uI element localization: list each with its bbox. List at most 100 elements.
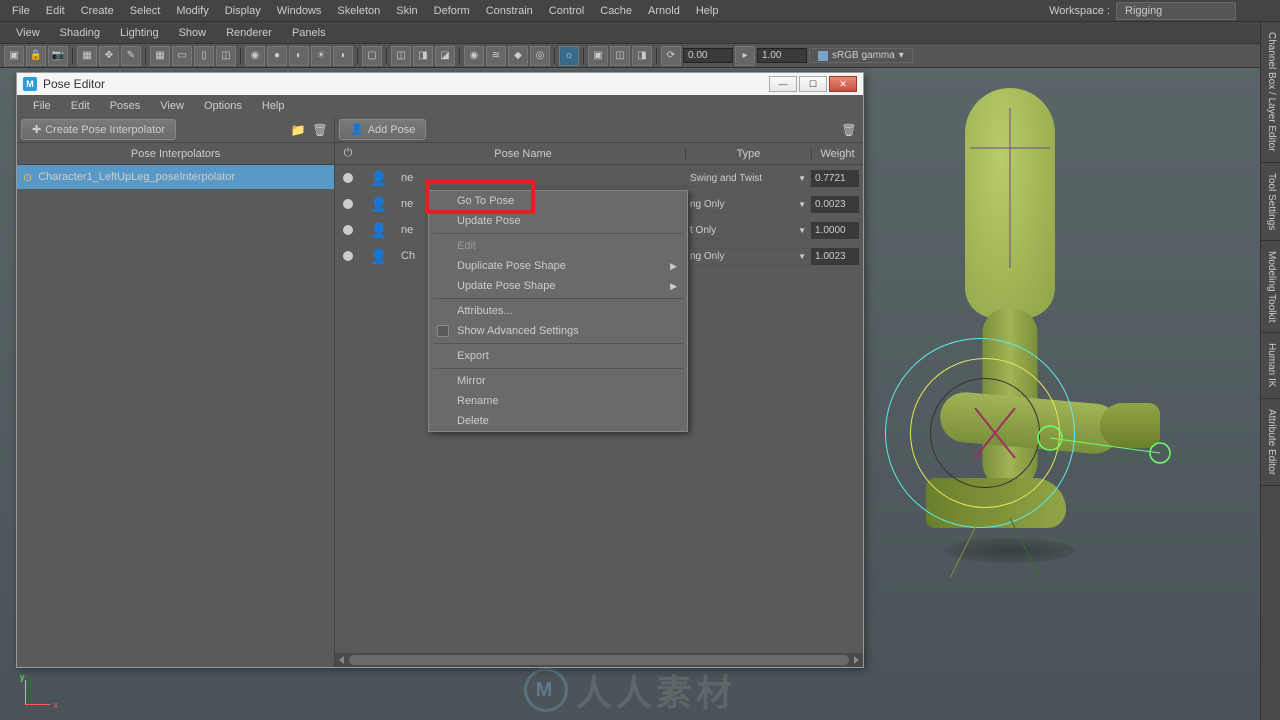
- delete-icon[interactable]: 🗑: [310, 120, 330, 140]
- pose-editor-titlebar[interactable]: M Pose Editor — ☐ ✕: [17, 73, 863, 95]
- ipr-icon[interactable]: ◫: [610, 46, 630, 66]
- exposure-icon[interactable]: ☼: [559, 46, 579, 66]
- weight-field[interactable]: 0.7721: [811, 170, 859, 187]
- tab-attribute-editor[interactable]: Attribute Editor: [1261, 399, 1280, 486]
- weight-field[interactable]: 0.0023: [811, 196, 859, 213]
- xray-components-icon[interactable]: ◪: [435, 46, 455, 66]
- menu-skin[interactable]: Skin: [388, 2, 425, 20]
- wireframe-icon[interactable]: ◉: [245, 46, 265, 66]
- pose-row[interactable]: 👤 ne Swing and Twist▼ 0.7721: [335, 165, 863, 191]
- shadows-icon[interactable]: ◗: [333, 46, 353, 66]
- active-radio[interactable]: [343, 251, 353, 261]
- depth-field-icon[interactable]: ◎: [530, 46, 550, 66]
- vp-menu-shading[interactable]: Shading: [52, 24, 108, 42]
- grease-pencil-icon[interactable]: ✎: [121, 46, 141, 66]
- lock-camera-icon[interactable]: 🔒: [26, 46, 46, 66]
- type-dropdown[interactable]: t Only▼: [685, 222, 811, 239]
- vp-menu-show[interactable]: Show: [171, 24, 215, 42]
- ctx-delete[interactable]: Delete: [429, 411, 687, 431]
- pose-name[interactable]: ne: [397, 172, 685, 184]
- minimize-button[interactable]: —: [769, 76, 797, 92]
- active-radio[interactable]: [343, 225, 353, 235]
- vp-menu-panels[interactable]: Panels: [284, 24, 334, 42]
- color-space-dropdown[interactable]: sRGB gamma ▾: [809, 48, 913, 63]
- refresh-icon[interactable]: ⟳: [661, 46, 681, 66]
- smooth-shade-icon[interactable]: ●: [267, 46, 287, 66]
- gate-mask-icon[interactable]: ◫: [216, 46, 236, 66]
- menu-modify[interactable]: Modify: [168, 2, 216, 20]
- add-pose-button[interactable]: 👤 Add Pose: [339, 119, 426, 140]
- textured-icon[interactable]: ◐: [289, 46, 309, 66]
- film-gate-icon[interactable]: ▭: [172, 46, 192, 66]
- ctx-update-pose[interactable]: Update Pose: [429, 211, 687, 231]
- menu-arnold[interactable]: Arnold: [640, 2, 688, 20]
- pe-menu-view[interactable]: View: [152, 98, 192, 114]
- pe-menu-edit[interactable]: Edit: [63, 98, 98, 114]
- render-icon[interactable]: ▣: [588, 46, 608, 66]
- pe-menu-options[interactable]: Options: [196, 98, 250, 114]
- gamma-field[interactable]: 1.00: [757, 48, 807, 63]
- close-button[interactable]: ✕: [829, 76, 857, 92]
- ctx-mirror[interactable]: Mirror: [429, 371, 687, 391]
- workspace-dropdown[interactable]: Rigging: [1116, 2, 1236, 20]
- type-dropdown[interactable]: ng Only▼: [685, 196, 811, 213]
- pe-menu-file[interactable]: File: [25, 98, 59, 114]
- image-plane-icon[interactable]: ▦: [77, 46, 97, 66]
- weight-field[interactable]: 1.0023: [811, 248, 859, 265]
- menu-help[interactable]: Help: [688, 2, 727, 20]
- pe-menu-poses[interactable]: Poses: [102, 98, 149, 114]
- menu-windows[interactable]: Windows: [269, 2, 330, 20]
- menu-skeleton[interactable]: Skeleton: [329, 2, 388, 20]
- active-radio[interactable]: [343, 173, 353, 183]
- power-icon[interactable]: ⏻: [335, 147, 361, 160]
- ctx-duplicate-pose-shape[interactable]: Duplicate Pose Shape▶: [429, 256, 687, 276]
- vp-menu-view[interactable]: View: [8, 24, 48, 42]
- ctx-go-to-pose[interactable]: Go To Pose: [429, 191, 687, 211]
- menu-edit[interactable]: Edit: [38, 2, 73, 20]
- render-globals-icon[interactable]: ◨: [632, 46, 652, 66]
- select-camera-icon[interactable]: ▣: [4, 46, 24, 66]
- pe-menu-help[interactable]: Help: [254, 98, 293, 114]
- menu-display[interactable]: Display: [217, 2, 269, 20]
- horizontal-scrollbar[interactable]: [335, 653, 863, 667]
- interpolator-item[interactable]: ⊙ Character1_LeftUpLeg_poseInterpolator: [17, 165, 334, 189]
- camera-bookmark-icon[interactable]: 📷: [48, 46, 68, 66]
- vp-menu-renderer[interactable]: Renderer: [218, 24, 280, 42]
- menu-cache[interactable]: Cache: [592, 2, 640, 20]
- ctx-show-advanced-settings[interactable]: Show Advanced Settings: [429, 321, 687, 341]
- menu-deform[interactable]: Deform: [426, 2, 478, 20]
- isolate-icon[interactable]: ▢: [362, 46, 382, 66]
- menu-select[interactable]: Select: [122, 2, 169, 20]
- resolution-gate-icon[interactable]: ▯: [194, 46, 214, 66]
- tab-tool-settings[interactable]: Tool Settings: [1261, 163, 1280, 241]
- tab-modeling-toolkit[interactable]: Modeling Toolkit: [1261, 241, 1280, 334]
- menu-create[interactable]: Create: [73, 2, 122, 20]
- xray-icon[interactable]: ◫: [391, 46, 411, 66]
- use-lights-icon[interactable]: ☀: [311, 46, 331, 66]
- active-radio[interactable]: [343, 199, 353, 209]
- ctx-rename[interactable]: Rename: [429, 391, 687, 411]
- ctx-export[interactable]: Export: [429, 346, 687, 366]
- tab-channel-box[interactable]: Channel Box / Layer Editor: [1261, 22, 1280, 163]
- weight-field[interactable]: 1.0000: [811, 222, 859, 239]
- exposure-field[interactable]: 0.00: [683, 48, 733, 63]
- ctx-attributes[interactable]: Attributes...: [429, 301, 687, 321]
- menu-control[interactable]: Control: [541, 2, 592, 20]
- menu-constrain[interactable]: Constrain: [478, 2, 541, 20]
- motion-blur-icon[interactable]: ≋: [486, 46, 506, 66]
- delete-pose-icon[interactable]: 🗑: [839, 120, 859, 140]
- xray-joints-icon[interactable]: ◨: [413, 46, 433, 66]
- type-dropdown[interactable]: Swing and Twist▼: [685, 170, 811, 187]
- maximize-button[interactable]: ☐: [799, 76, 827, 92]
- gamma-icon[interactable]: ▸: [735, 46, 755, 66]
- ctx-update-pose-shape[interactable]: Update Pose Shape▶: [429, 276, 687, 296]
- menu-file[interactable]: File: [4, 2, 38, 20]
- type-dropdown[interactable]: ng Only▼: [685, 248, 811, 265]
- vp-menu-lighting[interactable]: Lighting: [112, 24, 167, 42]
- create-pose-interpolator-button[interactable]: ✚ Create Pose Interpolator: [21, 119, 176, 140]
- grid-icon[interactable]: ▦: [150, 46, 170, 66]
- checkbox-icon[interactable]: [437, 325, 449, 337]
- ssao-icon[interactable]: ◉: [464, 46, 484, 66]
- tab-human-ik[interactable]: Human IK: [1261, 333, 1280, 398]
- add-group-icon[interactable]: 📁: [288, 120, 308, 140]
